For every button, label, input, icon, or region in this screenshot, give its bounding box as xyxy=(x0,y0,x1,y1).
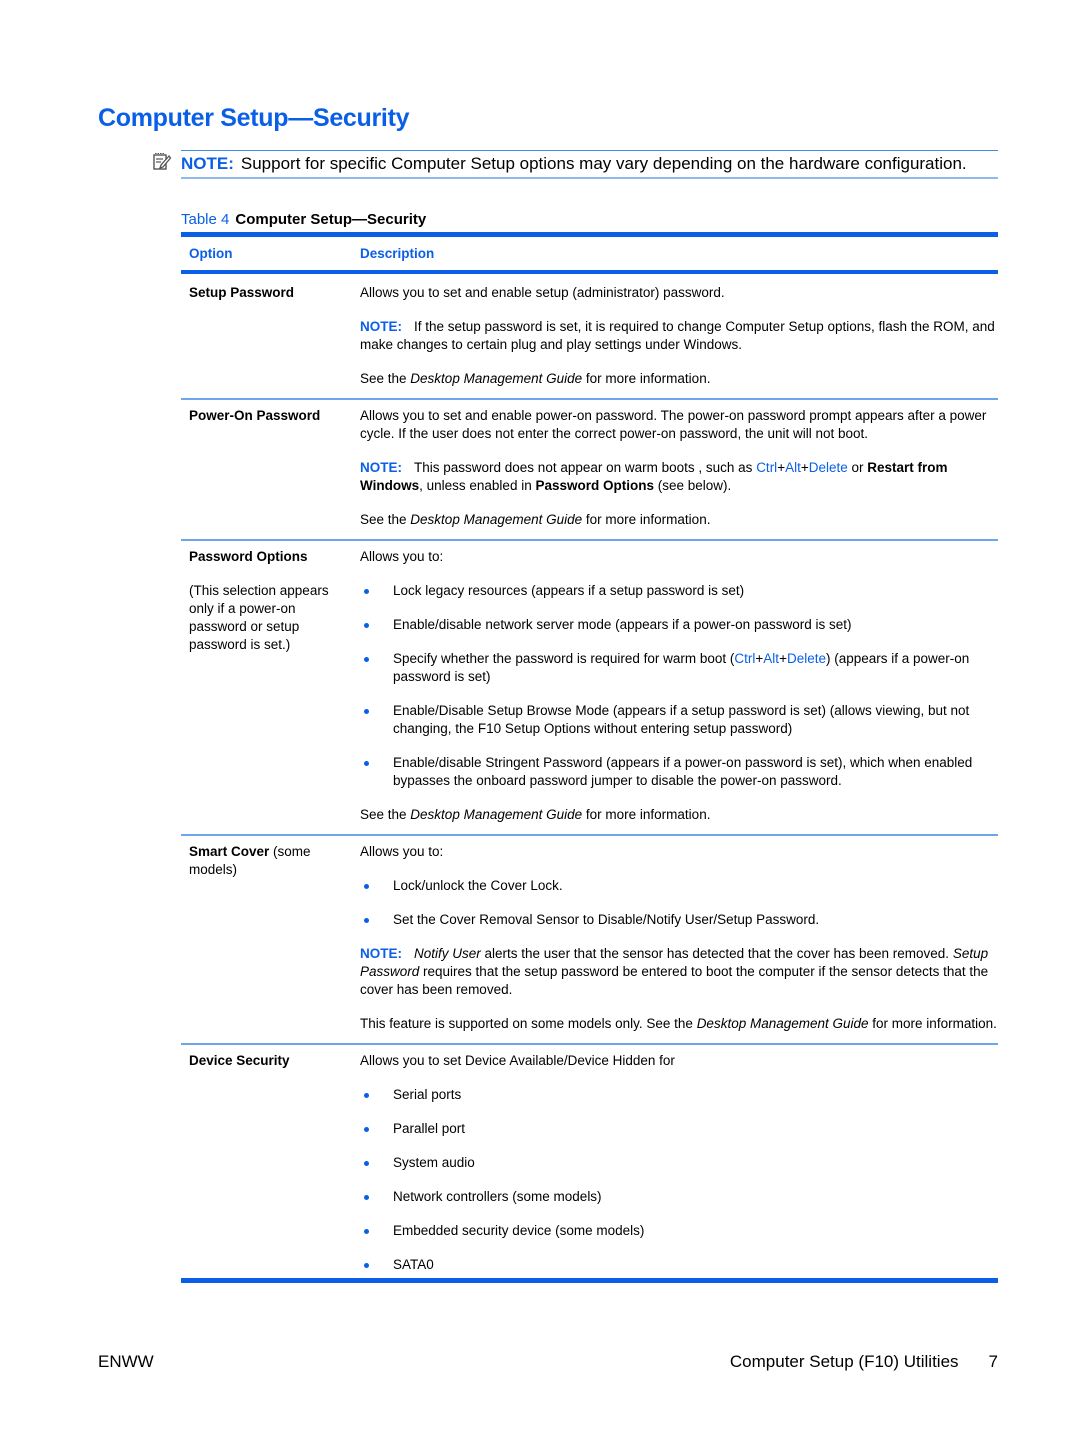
list-item: System audio xyxy=(360,1154,998,1172)
list-item: Set the Cover Removal Sensor to Disable/… xyxy=(360,911,998,929)
guide-title: Desktop Management Guide xyxy=(410,371,583,386)
key-delete: Delete xyxy=(786,651,826,666)
option-name: Power-On Password xyxy=(189,408,321,423)
note-text: If the setup password is set, it is requ… xyxy=(360,319,995,352)
table-header: Option Description xyxy=(181,237,998,270)
bullet-text: Specify whether the password is required… xyxy=(393,651,735,666)
description-text: Allows you to: xyxy=(360,549,444,564)
see-post: for more information. xyxy=(582,807,711,822)
security-options-table: Option Description Setup Password Allows… xyxy=(181,232,998,1283)
list-item: Enable/disable network server mode (appe… xyxy=(360,616,998,634)
note-text: Support for specific Computer Setup opti… xyxy=(240,154,967,173)
key-delete: Delete xyxy=(808,460,848,475)
list-item: Enable/Disable Setup Browse Mode (appear… xyxy=(360,702,998,738)
option-bullet-list: Serial ports Parallel port System audio … xyxy=(360,1086,998,1274)
table-row-device-security: Device Security Allows you to set Device… xyxy=(181,1045,998,1278)
page-number: 7 xyxy=(988,1352,998,1371)
password-options-ref: Password Options xyxy=(535,478,654,493)
table-caption: Table 4 Computer Setup—Security xyxy=(181,211,426,228)
option-bullet-list: Lock legacy resources (appears if a setu… xyxy=(360,582,998,790)
table-row-password-options: Password Options (This selection appears… xyxy=(181,541,998,834)
page-title: Computer Setup—Security xyxy=(98,104,410,132)
note-label: NOTE: xyxy=(360,946,402,961)
see-pre: See the xyxy=(360,807,411,822)
footer-locale: ENWW xyxy=(98,1352,154,1371)
note-text: (see below). xyxy=(654,478,732,493)
key-alt: Alt xyxy=(763,651,780,666)
list-item: Specify whether the password is required… xyxy=(360,650,998,686)
note-text: requires that the setup password be ente… xyxy=(360,964,989,997)
option-description: Allows you to set Device Available/Devic… xyxy=(360,1052,998,1278)
support-text: This feature is supported on some models… xyxy=(360,1015,998,1033)
option-name: Setup Password xyxy=(189,285,295,300)
note-callout: NOTE: Support for specific Computer Setup… xyxy=(181,150,998,179)
guide-title: Desktop Management Guide xyxy=(410,807,583,822)
guide-title: Desktop Management Guide xyxy=(696,1016,869,1031)
see-pre: See the xyxy=(360,512,411,527)
note-pencil-icon xyxy=(153,153,172,170)
key-ctrl: Ctrl xyxy=(734,651,756,666)
see-guide-text: See the Desktop Management Guide for mor… xyxy=(360,806,998,824)
option-bullet-list: Lock/unlock the Cover Lock. Set the Cove… xyxy=(360,877,998,929)
option-description: Allows you to: Lock legacy resources (ap… xyxy=(360,548,998,834)
list-item: Lock legacy resources (appears if a setu… xyxy=(360,582,998,600)
notify-user-term: Notify User xyxy=(414,946,481,961)
see-post: for more information. xyxy=(582,371,711,386)
option-name: Password Options xyxy=(189,549,308,564)
description-note: NOTE: If the setup password is set, it is… xyxy=(360,318,998,354)
list-item: Network controllers (some models) xyxy=(360,1188,998,1206)
key-ctrl: Ctrl xyxy=(756,460,778,475)
description-text: Allows you to: xyxy=(360,844,444,859)
note-text: or xyxy=(847,460,868,475)
list-item: Enable/disable Stringent Password (appea… xyxy=(360,754,998,790)
note-label: NOTE: xyxy=(181,154,234,173)
option-name: Device Security xyxy=(189,1053,290,1068)
key-alt: Alt xyxy=(785,460,801,475)
description-note: NOTE: This password does not appear on wa… xyxy=(360,459,998,495)
table-row-smart-cover: Smart Cover (some models) Allows you to:… xyxy=(181,836,998,1043)
list-item: SATA0 xyxy=(360,1256,998,1274)
support-pre: This feature is supported on some models… xyxy=(360,1016,697,1031)
support-post: for more information. xyxy=(868,1016,997,1031)
key-plus: + xyxy=(779,651,787,666)
guide-title: Desktop Management Guide xyxy=(410,512,583,527)
see-guide-text: See the Desktop Management Guide for mor… xyxy=(360,370,998,388)
footer-section: Computer Setup (F10) Utilities 7 xyxy=(730,1352,998,1372)
header-description: Description xyxy=(360,246,435,261)
option-cell: Password Options (This selection appears… xyxy=(181,548,360,834)
see-post: for more information. xyxy=(582,512,711,527)
key-plus: + xyxy=(800,460,809,475)
option-description: Allows you to: Lock/unlock the Cover Loc… xyxy=(360,843,998,1043)
table-row-setup-password: Setup Password Allows you to set and ena… xyxy=(181,274,998,398)
list-item: Embedded security device (some models) xyxy=(360,1222,998,1240)
note-text: alerts the user that the sensor has dete… xyxy=(480,946,953,961)
option-description: Allows you to set and enable power-on pa… xyxy=(360,407,998,539)
note-text: , unless enabled in xyxy=(419,478,536,493)
header-option: Option xyxy=(189,246,233,261)
table-row-power-on-password: Power-On Password Allows you to set and … xyxy=(181,400,998,539)
option-name: Smart Cover xyxy=(189,844,270,859)
note-text: This password does not appear on warm bo… xyxy=(414,460,757,475)
see-guide-text: See the Desktop Management Guide for mor… xyxy=(360,511,998,529)
list-item: Serial ports xyxy=(360,1086,998,1104)
option-subtext: (This selection appears only if a power-… xyxy=(189,583,329,652)
option-description: Allows you to set and enable setup (admi… xyxy=(360,284,998,398)
description-note: NOTE: Notify User alerts the user that th… xyxy=(360,945,998,999)
description-text: Allows you to set and enable setup (admi… xyxy=(360,285,725,300)
note-label: NOTE: xyxy=(360,460,402,475)
see-pre: See the xyxy=(360,371,411,386)
key-plus: + xyxy=(777,460,786,475)
description-text: Allows you to set Device Available/Devic… xyxy=(360,1053,675,1068)
option-cell: Smart Cover (some models) xyxy=(181,843,360,1043)
list-item: Parallel port xyxy=(360,1120,998,1138)
table-title: Computer Setup—Security xyxy=(235,211,427,228)
table-bottom-rule xyxy=(181,1278,998,1283)
description-text: Allows you to set and enable power-on pa… xyxy=(360,408,987,441)
list-item: Lock/unlock the Cover Lock. xyxy=(360,877,998,895)
table-number: Table 4 xyxy=(181,211,230,228)
footer-section-title: Computer Setup (F10) Utilities xyxy=(729,1352,959,1371)
note-label: NOTE: xyxy=(360,319,402,334)
